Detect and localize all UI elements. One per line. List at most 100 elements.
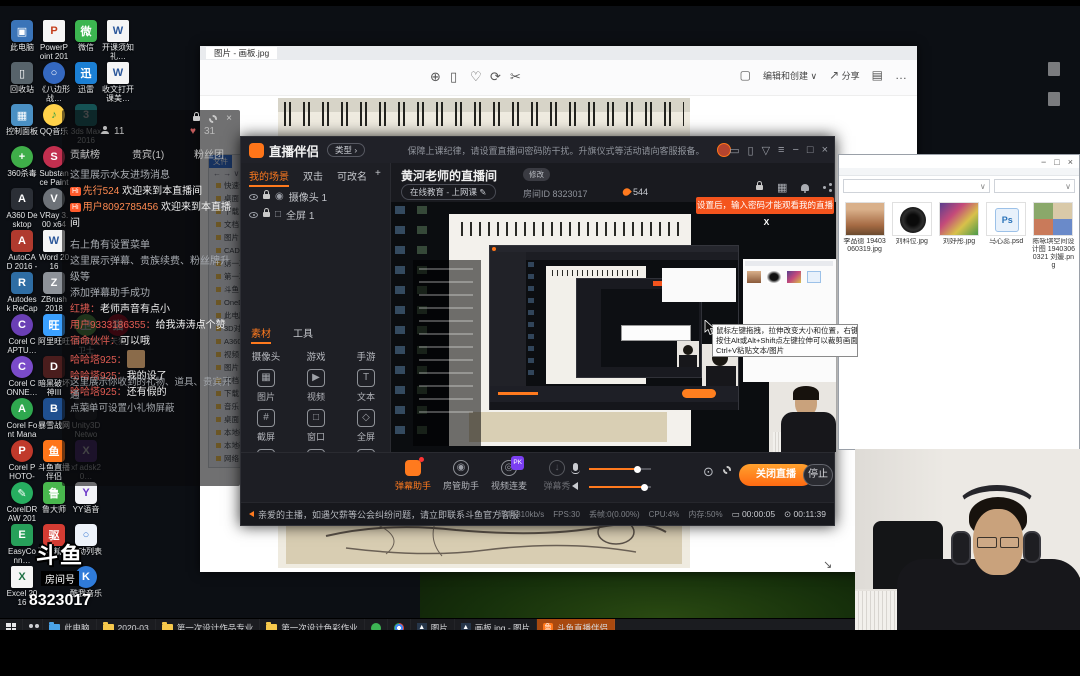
desktop-icon-Corel-Font-Manage-[interactable]: ACorel Font Manage… (6, 398, 38, 439)
quick-source-游戏[interactable]: 游戏 (291, 349, 341, 363)
desktop-icon-360杀毒[interactable]: +360杀毒 (6, 146, 38, 178)
desktop-icon-收文打开课美-[interactable]: W收文打开课美… (102, 62, 134, 103)
taskbar-item-chrome[interactable] (388, 619, 411, 630)
desktop-icon-Corel-PHOTO-P-[interactable]: PCorel PHOTO-P… (6, 440, 38, 481)
quick-source-手游[interactable]: 手游 (341, 349, 391, 363)
address-bar[interactable]: ∨ (843, 179, 990, 193)
desktop-icon-控制面板[interactable]: ▦控制面板 (6, 104, 38, 136)
taskbar-item-斗鱼直播伴侣[interactable]: 鱼斗鱼直播伴侣 (537, 619, 615, 630)
desktop-icon-AutoCAD-2016-简-[interactable]: AAutoCAD 2016 - 简… (6, 230, 38, 271)
chat-tab-0[interactable]: 贡献榜 (70, 146, 100, 161)
desktop-icon-PowerPoint-2016[interactable]: PPowerPoint 2016 (38, 20, 70, 61)
resize-handle-icon[interactable]: ↘ (823, 558, 832, 571)
desktop-icon-回收站[interactable]: ▯回收站 (6, 62, 38, 94)
desktop-icon-Corel-CONNE-[interactable]: CCorel CONNE… (6, 356, 38, 397)
file-item[interactable]: 陈咏琪空间设计图 19403060321 刘媛.png (1032, 202, 1075, 270)
taskbar-item-画板.jpg - 图片[interactable]: ▲画板.jpg - 图片 (455, 619, 537, 630)
desktop-icon--八边形战-[interactable]: ○《八边形战… (38, 62, 70, 103)
microphone-icon[interactable] (573, 463, 578, 471)
tab-material[interactable]: 素材 (251, 325, 271, 344)
source-type-图片[interactable]: ▦图片 (241, 369, 291, 403)
gear-icon[interactable] (209, 115, 217, 123)
desktop-icon-迅雷[interactable]: 迅迅雷 (70, 62, 102, 94)
search-box[interactable]: ∨ (994, 179, 1075, 193)
device-icon[interactable]: ▯ (748, 144, 754, 157)
taskbar-item-此电脑[interactable]: 此电脑 (43, 619, 97, 630)
close-broadcast-button[interactable]: 关闭直播 (739, 464, 813, 486)
visibility-icon[interactable] (249, 212, 258, 218)
visibility-icon[interactable] (249, 194, 258, 200)
room-category-pill[interactable]: 在线教育 - 上网课 ✎ (401, 184, 496, 200)
taskbar-item-wechat[interactable] (365, 619, 388, 630)
crop-icon[interactable]: ✂ (510, 69, 521, 85)
banner-close-icon[interactable]: X (764, 217, 770, 227)
filter-icon[interactable]: ▽ (762, 144, 770, 157)
favorite-icon[interactable]: ♡ (470, 69, 482, 85)
desktop-icon-开课须知礼-[interactable]: W开课须知礼… (102, 20, 134, 61)
taskbar-start[interactable] (0, 619, 23, 630)
taskbar-taskview[interactable] (23, 619, 43, 630)
source-type-视频[interactable]: ▶视频 (291, 369, 341, 403)
bell-icon[interactable] (801, 184, 809, 191)
scene-tab-0[interactable]: 我的场景 (249, 168, 289, 187)
add-scene-button[interactable]: + (375, 168, 381, 179)
speaker-icon[interactable] (572, 482, 578, 490)
more-icon[interactable]: … (895, 68, 907, 82)
lock-icon[interactable] (263, 194, 270, 199)
taskbar-item-第一次设计色彩作业[interactable]: 第一次设计色彩作业 (260, 619, 365, 630)
lock-icon[interactable] (263, 212, 270, 217)
close-icon[interactable]: × (226, 113, 232, 124)
fullscreen-icon[interactable]: ▢ (740, 68, 751, 82)
desktop-icon-YY语音[interactable]: YYY语音 (70, 482, 102, 514)
chat-tab-1[interactable]: 贵宾(1) (132, 146, 164, 161)
desktop-icon-微信[interactable]: 微微信 (70, 20, 102, 52)
maximize-icon[interactable]: □ (1054, 157, 1059, 167)
desktop-icon-unlabeled[interactable] (1048, 92, 1060, 106)
source-item-camera[interactable]: ◉ 摄像头 1 (249, 189, 327, 204)
minimize-icon[interactable]: − (792, 144, 798, 156)
type-selector[interactable]: 类型 › (327, 143, 365, 157)
password-banner[interactable]: 设置后，输入密码才能观看我的直播X (696, 197, 834, 214)
scene-tab-1[interactable]: 双击 (303, 168, 323, 183)
rotate-icon[interactable]: ⟳ (490, 69, 501, 85)
source-type-截屏[interactable]: #截屏 (241, 409, 291, 443)
taskbar-item-2020-03[interactable]: 2020-03 (97, 619, 156, 630)
tab-tools[interactable]: 工具 (293, 325, 313, 340)
source-item-fullscreen[interactable]: □ 全屏 1 (249, 207, 314, 222)
file-item[interactable]: 刘科位.jpg (890, 202, 933, 270)
source-type-全屏[interactable]: ◇全屏 (341, 409, 391, 443)
chat-tab-2[interactable]: 粉丝团 (194, 146, 224, 161)
share-nodes-icon[interactable] (823, 186, 826, 189)
settings-gear-icon[interactable] (723, 466, 731, 474)
mic-volume-slider[interactable] (589, 468, 651, 470)
menu-icon[interactable]: ≡ (778, 144, 784, 156)
desktop-icon-unlabeled[interactable] (1048, 62, 1060, 76)
print-icon[interactable]: ▤ (872, 68, 883, 82)
taskbar-item-第一次设计作品专业[interactable]: 第一次设计作品专业 (156, 619, 261, 630)
share-button[interactable]: ↗ 分享 (829, 68, 860, 82)
dock-弹幕助手[interactable]: 弹幕助手 (391, 460, 435, 492)
desktop-icon-Corel-CAPTU-[interactable]: CCorel CAPTU… (6, 314, 38, 355)
maximize-icon[interactable]: □ (807, 144, 814, 156)
dock-房管助手[interactable]: ◉房管助手 (439, 460, 483, 492)
desktop-icon-此电脑[interactable]: ▣此电脑 (6, 20, 38, 52)
close-icon[interactable]: × (1068, 157, 1073, 167)
file-item[interactable]: 李品德 19403060319.jpg (843, 202, 886, 270)
desktop-icon-Autodesk-ReCap-2016[interactable]: RAutodesk ReCap 2016 (6, 272, 38, 313)
source-type-窗口[interactable]: □窗口 (291, 409, 341, 443)
edit-create-button[interactable]: 编辑和创建 ∨ (763, 69, 817, 82)
minimize-icon[interactable]: − (1041, 157, 1046, 167)
desktop-icon-鲁大师[interactable]: 鲁鲁大师 (38, 482, 70, 514)
close-icon[interactable]: × (822, 144, 828, 156)
layout-grid-icon[interactable]: ▦ (777, 181, 787, 194)
file-item[interactable]: 刘妤彤.jpg (937, 202, 980, 270)
file-item[interactable]: Ps马心蕊.psd (985, 202, 1028, 270)
stop-button[interactable]: 停止 (803, 464, 833, 486)
dock-视频连麦[interactable]: ◎PK视频连麦 (487, 460, 531, 492)
room-edit-badge[interactable]: 修改 (523, 168, 550, 181)
desktop-icon-A360-Desktop[interactable]: AA360 Desktop (6, 188, 38, 229)
preview-eye-icon[interactable]: ⊙ (703, 464, 714, 480)
mini-player-icon[interactable]: ▭ (729, 144, 739, 157)
delete-icon[interactable]: ▯ (450, 69, 457, 85)
lock-icon[interactable] (193, 116, 200, 121)
